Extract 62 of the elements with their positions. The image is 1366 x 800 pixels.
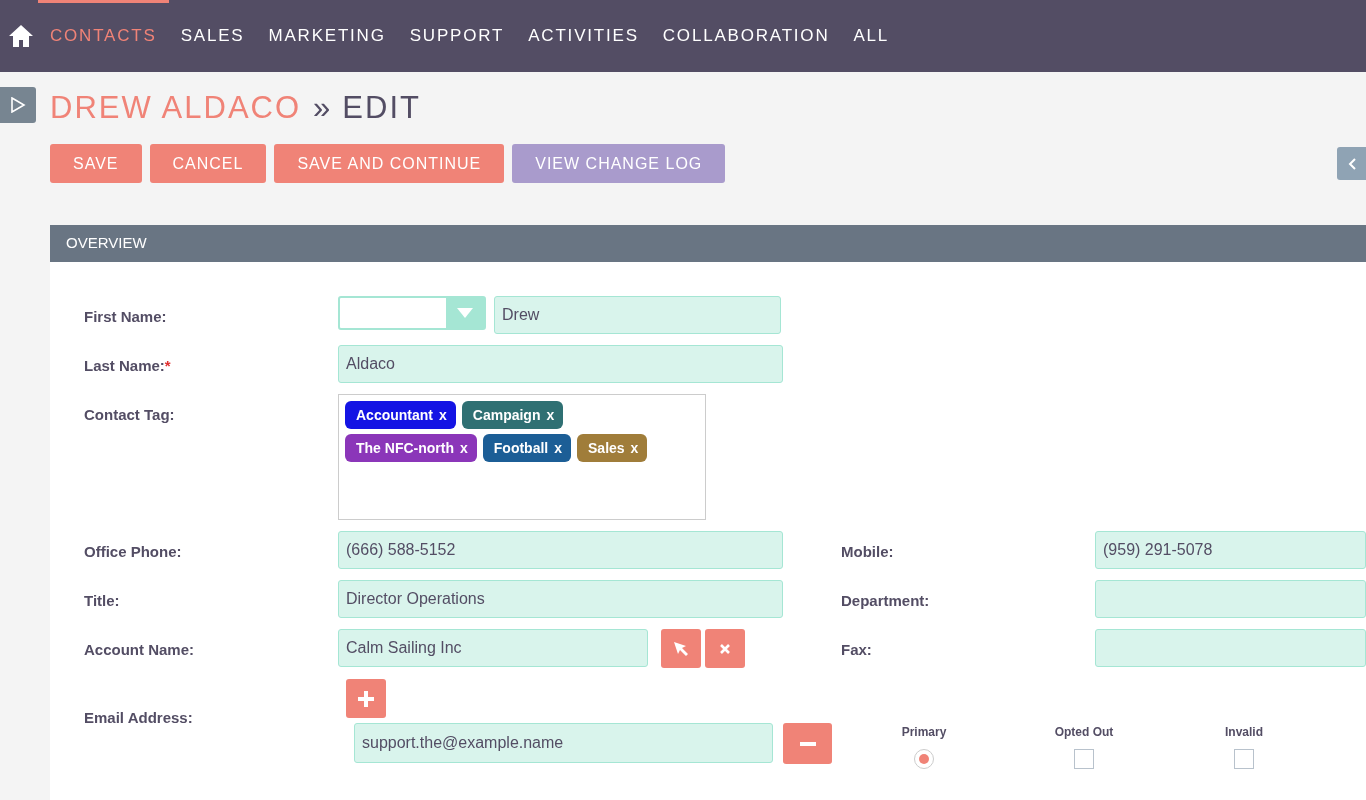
remove-email-button[interactable] (783, 723, 832, 764)
remove-tag-button[interactable]: x (439, 404, 447, 426)
text-field[interactable] (1095, 629, 1366, 667)
tag-label: Sales (588, 438, 625, 458)
field-label-text: Last Name: (84, 357, 165, 374)
record-title: DREW ALDACO (50, 88, 302, 127)
field-label: Mobile: (841, 542, 895, 562)
opted-out-checkbox[interactable] (1074, 749, 1094, 769)
tag-label: Campaign (472, 405, 541, 425)
nav-tab[interactable]: SUPPORT (397, 0, 517, 72)
column-header: Opted Out (1054, 724, 1114, 741)
tag-label: The NFC-north (356, 438, 454, 458)
expand-sidebar-button[interactable] (0, 87, 36, 123)
required-mark: * (164, 357, 171, 374)
field-label: Fax: (841, 640, 873, 660)
tag-input-field[interactable]: Accountant x Campaign x The NFC-north x Football x Sales x (338, 394, 706, 520)
remove-tag-button[interactable]: x (554, 437, 562, 459)
home-icon[interactable] (8, 24, 34, 48)
chevron-left-icon (1346, 156, 1357, 171)
remove-tag-button[interactable]: x (546, 404, 555, 426)
close-icon (719, 642, 731, 655)
column-header: Primary (901, 724, 947, 741)
cursor-arrow-icon (672, 639, 690, 658)
invalid-checkbox[interactable] (1234, 749, 1254, 769)
field-label: Title: (83, 591, 121, 611)
field-label: Contact Tag: (83, 405, 176, 425)
nav-tab[interactable]: ALL (841, 0, 902, 72)
tag-label: Accountant (356, 405, 433, 425)
text-field[interactable]: Director Operations (338, 580, 783, 618)
text-field[interactable]: (666) 588-5152 (338, 531, 783, 569)
plus-icon (357, 689, 375, 708)
remove-tag-button[interactable]: x (630, 437, 639, 459)
first-name-field[interactable]: Drew (494, 296, 781, 334)
triangle-right-icon (10, 97, 26, 113)
text-field[interactable] (1095, 580, 1366, 618)
text-field[interactable]: (959) 291-5078 (1095, 531, 1366, 569)
primary-radio[interactable] (914, 749, 934, 769)
text-field[interactable]: Aldaco (338, 345, 783, 383)
add-email-button[interactable] (346, 679, 386, 718)
field-label: Email Address: (83, 708, 194, 728)
nav-tab[interactable]: ACTIVITIES (516, 0, 651, 72)
panel-header: OVERVIEW (50, 225, 1366, 262)
nav-tab[interactable]: SALES (168, 0, 257, 72)
column-header: Invalid (1225, 724, 1263, 741)
field-label: First Name: (83, 307, 168, 327)
account-name-field[interactable]: Calm Sailing Inc (338, 629, 648, 667)
salutation-dropdown[interactable] (338, 296, 486, 330)
field-label: Office Phone: (83, 542, 183, 562)
field-label: Account Name: (83, 640, 196, 660)
page-action-title: EDIT (342, 88, 421, 127)
clear-button[interactable] (705, 629, 745, 668)
nav-tab[interactable]: MARKETING (256, 0, 398, 72)
tag-label: Football (493, 438, 549, 458)
select-button[interactable] (661, 629, 701, 668)
minus-icon (799, 741, 816, 746)
email-field[interactable]: support.the@example.name (354, 723, 773, 763)
breadcrumb-separator: » (313, 88, 331, 127)
field-label: Department: (841, 591, 931, 611)
caret-icon (457, 308, 473, 318)
nav-tab[interactable]: COLLABORATION (650, 0, 842, 72)
collapse-panel-button[interactable] (1337, 147, 1366, 180)
remove-tag-button[interactable]: x (460, 437, 468, 459)
